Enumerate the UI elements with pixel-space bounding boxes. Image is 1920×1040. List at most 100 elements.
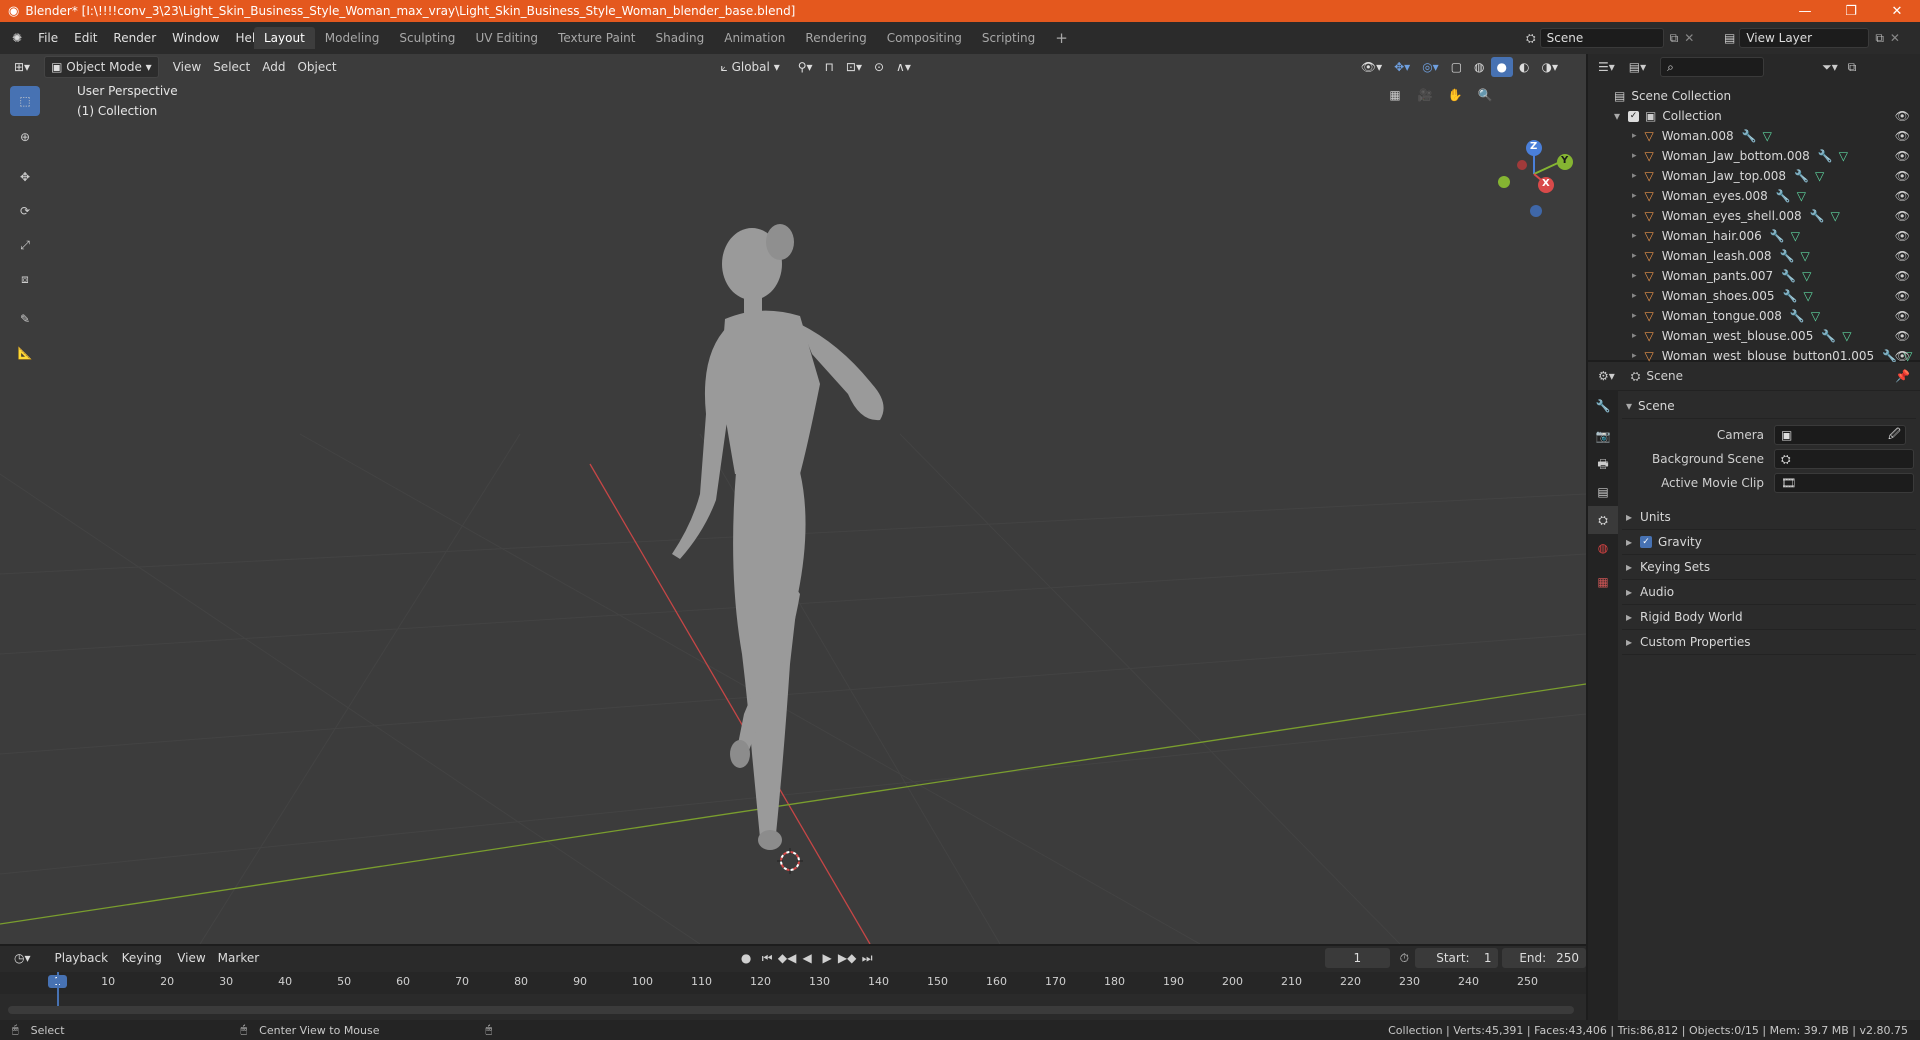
expand-arrow-icon[interactable]: ▸ xyxy=(1632,311,1637,321)
material-shading-icon[interactable]: ◐ xyxy=(1513,57,1535,77)
eye-icon[interactable]: 👁 xyxy=(1895,209,1910,223)
grid-view-icon[interactable]: ▦ xyxy=(1380,88,1410,102)
menu-keying[interactable]: Keying ▾ xyxy=(116,948,172,985)
outliner-object-row[interactable]: ▸ ▽ Woman_hair.006 🔧 ▽ 👁 xyxy=(1588,226,1920,246)
close-button[interactable]: ✕ xyxy=(1874,4,1920,19)
expand-arrow-icon[interactable]: ▸ xyxy=(1632,211,1637,221)
remove-scene-icon[interactable]: ✕ xyxy=(1684,31,1694,45)
active-movie-clip-field[interactable]: 🎞 xyxy=(1774,473,1914,493)
rotate-tool[interactable]: ⟳ xyxy=(10,196,40,226)
character-model[interactable] xyxy=(672,224,884,850)
mesh-data-icon[interactable]: ▽ xyxy=(1842,329,1851,343)
falloff-icon[interactable]: ∧▾ xyxy=(890,57,917,77)
scale-tool[interactable]: ⤢ xyxy=(10,230,40,260)
outliner-object-row[interactable]: ▸ ▽ Woman_eyes.008 🔧 ▽ 👁 xyxy=(1588,186,1920,206)
modifier-wrench-icon[interactable]: 🔧 xyxy=(1781,269,1796,283)
output-tab-icon[interactable]: 🖶 xyxy=(1588,450,1618,478)
start-frame-field[interactable]: Start: 1 xyxy=(1414,948,1499,968)
outliner-object-row[interactable]: ▸ ▽ Woman_Jaw_top.008 🔧 ▽ 👁 xyxy=(1588,166,1920,186)
outliner-object-row[interactable]: ▸ ▽ Woman_tongue.008 🔧 ▽ 👁 xyxy=(1588,306,1920,326)
expand-arrow-icon[interactable]: ▸ xyxy=(1632,351,1637,361)
menu-timeline-view[interactable]: View xyxy=(171,948,211,968)
snap-target-icon[interactable]: ⊡▾ xyxy=(840,57,868,77)
properties-editor-icon[interactable]: ⚙▾ xyxy=(1598,369,1615,383)
current-frame-field[interactable]: 1 xyxy=(1325,948,1390,968)
mesh-data-icon[interactable]: ▽ xyxy=(1801,249,1810,263)
play-reverse-icon[interactable]: ◀ xyxy=(797,951,817,965)
units-section[interactable]: ▸ Units xyxy=(1622,505,1916,530)
outliner-collection-row[interactable]: ▾ ✓ ▣ Collection 👁 xyxy=(1588,106,1920,126)
mesh-data-icon[interactable]: ▽ xyxy=(1802,269,1811,283)
view-layer-name-field[interactable]: View Layer xyxy=(1739,28,1870,48)
menu-marker[interactable]: Marker xyxy=(212,948,265,968)
outliner-object-row[interactable]: ▸ ▽ Woman.008 🔧 ▽ 👁 xyxy=(1588,126,1920,146)
expand-arrow-icon[interactable]: ▸ xyxy=(1632,251,1637,261)
jump-start-icon[interactable]: ⏮ xyxy=(757,951,777,966)
collection-checkbox[interactable]: ✓ xyxy=(1628,110,1640,122)
tab-rendering[interactable]: Rendering xyxy=(795,27,876,49)
menu-file[interactable]: File xyxy=(30,27,66,49)
object-mode-dropdown[interactable]: ▣ Object Mode ▾ xyxy=(44,56,159,78)
filter-icon[interactable]: ⏷▾ xyxy=(1822,60,1838,75)
measure-tool[interactable]: 📐 xyxy=(10,338,40,368)
pin-icon[interactable]: 📌 xyxy=(1895,369,1910,383)
playhead-line[interactable] xyxy=(57,972,59,1008)
scene-name-field[interactable]: Scene xyxy=(1539,28,1664,48)
modifier-wrench-icon[interactable]: 🔧 xyxy=(1794,169,1809,183)
expand-arrow-icon[interactable]: ▸ xyxy=(1632,231,1637,241)
tab-texture-paint[interactable]: Texture Paint xyxy=(548,27,645,49)
move-tool[interactable]: ✥ xyxy=(10,162,40,192)
timeline-scrollbar[interactable] xyxy=(8,1006,1574,1014)
xray-toggle-icon[interactable]: ▢ xyxy=(1445,57,1468,77)
eye-icon[interactable]: 👁 xyxy=(1895,289,1910,303)
3d-cursor-icon[interactable] xyxy=(777,848,803,874)
new-collection-icon[interactable]: ⧉ xyxy=(1848,60,1857,75)
modifier-wrench-icon[interactable]: 🔧 xyxy=(1742,129,1757,143)
eye-icon[interactable]: 👁 xyxy=(1895,229,1910,243)
camera-view-icon[interactable]: 🎥 xyxy=(1410,88,1440,102)
transform-tool[interactable]: ⧈ xyxy=(10,264,40,294)
mesh-data-icon[interactable]: ▽ xyxy=(1815,169,1824,183)
tab-uv-editing[interactable]: UV Editing xyxy=(465,27,548,49)
prev-keyframe-icon[interactable]: ◆◀ xyxy=(777,951,797,965)
mesh-data-icon[interactable]: ▽ xyxy=(1791,229,1800,243)
eye-icon[interactable]: 👁 xyxy=(1895,169,1910,183)
outliner-object-row[interactable]: ▸ ▽ Woman_eyes_shell.008 🔧 ▽ 👁 xyxy=(1588,206,1920,226)
proportional-editing-icon[interactable]: ⊙ xyxy=(868,57,890,77)
eye-icon[interactable]: 👁 xyxy=(1895,329,1910,343)
menu-add[interactable]: Add xyxy=(256,57,291,77)
expand-arrow-icon[interactable]: ▸ xyxy=(1632,131,1637,141)
tab-sculpting[interactable]: Sculpting xyxy=(389,27,465,49)
minimize-button[interactable]: — xyxy=(1782,4,1828,19)
tab-modeling[interactable]: Modeling xyxy=(315,27,390,49)
transform-orientation-dropdown[interactable]: ⟀ Global ▾ xyxy=(715,57,786,77)
background-scene-field[interactable]: ⛭ xyxy=(1774,449,1914,469)
mesh-data-icon[interactable]: ▽ xyxy=(1763,129,1772,143)
modifier-wrench-icon[interactable]: 🔧 xyxy=(1790,309,1805,323)
pan-hand-icon[interactable]: ✋ xyxy=(1440,88,1470,102)
world-tab-icon[interactable]: ◍ xyxy=(1588,534,1618,562)
frame-ruler[interactable]: 1102030405060708090100110120130140150160… xyxy=(0,972,1586,994)
blender-menu-icon[interactable]: ✺ xyxy=(0,31,30,45)
overlay-toggle-icon[interactable]: ◎▾ xyxy=(1416,57,1445,77)
viewport-scene[interactable] xyxy=(0,54,1586,944)
wireframe-shading-icon[interactable]: ◍ xyxy=(1468,57,1490,77)
audio-section[interactable]: ▸ Audio xyxy=(1622,580,1916,605)
scene-tab-icon[interactable]: ⛭ xyxy=(1588,506,1618,534)
remove-view-layer-icon[interactable]: ✕ xyxy=(1890,31,1900,45)
copy-scene-icon[interactable]: ⧉ xyxy=(1670,31,1679,46)
modifier-wrench-icon[interactable]: 🔧 xyxy=(1770,229,1785,243)
outliner-object-row[interactable]: ▸ ▽ Woman_west_blouse.005 🔧 ▽ 👁 xyxy=(1588,326,1920,346)
timeline-editor-icon[interactable]: ◷▾ xyxy=(8,948,37,968)
rigid-body-world-section[interactable]: ▸ Rigid Body World xyxy=(1622,605,1916,630)
view-layer-tab-icon[interactable]: ▤ xyxy=(1588,478,1618,506)
eyedropper-icon[interactable]: 🖉 xyxy=(1888,425,1901,446)
modifier-wrench-icon[interactable]: 🔧 xyxy=(1782,289,1797,303)
custom-properties-section[interactable]: ▸ Custom Properties xyxy=(1622,630,1916,655)
expand-arrow-icon[interactable]: ▸ xyxy=(1632,331,1637,341)
rendered-shading-icon[interactable]: ◑▾ xyxy=(1536,57,1565,77)
gizmo-toggle-icon[interactable]: ✥▾ xyxy=(1388,57,1416,77)
pivot-point-icon[interactable]: ⚲▾ xyxy=(792,57,819,77)
modifier-wrench-icon[interactable]: 🔧 xyxy=(1821,329,1836,343)
annotate-tool[interactable]: ✎ xyxy=(10,304,40,334)
